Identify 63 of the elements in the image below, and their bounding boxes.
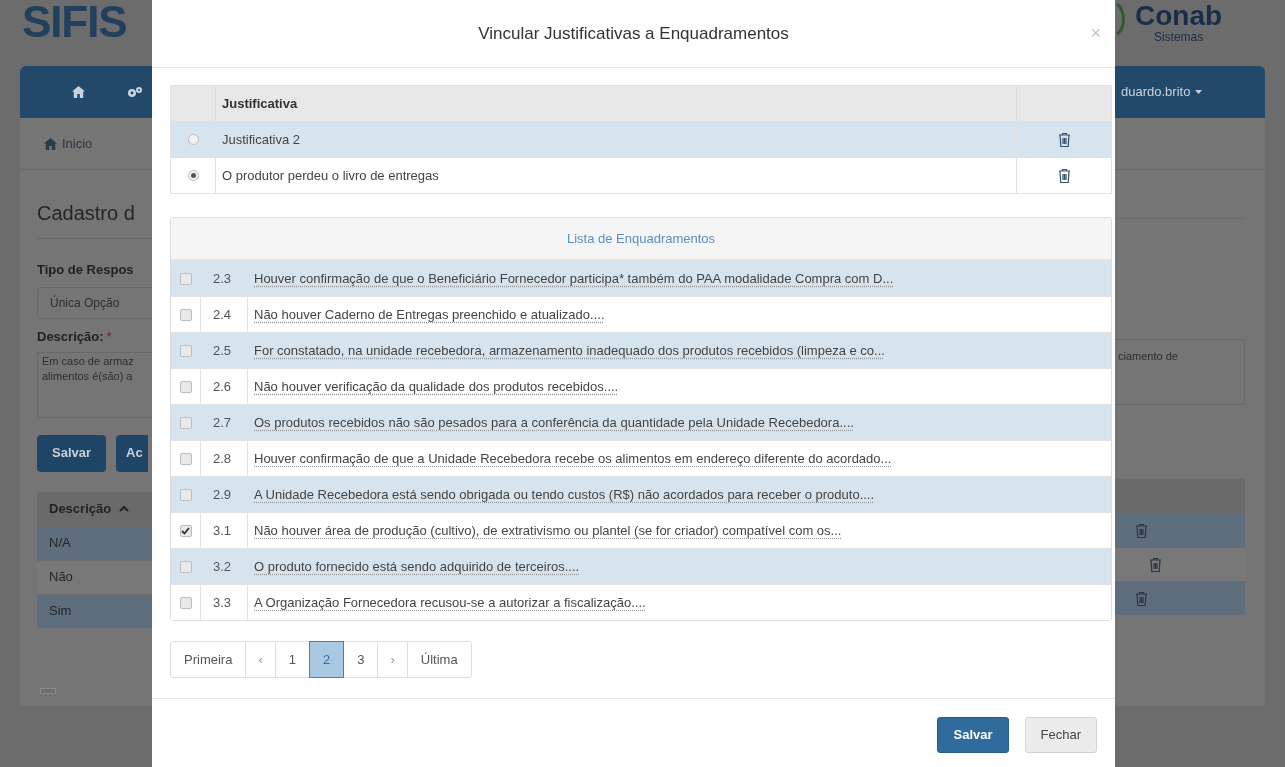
checkbox[interactable]: [180, 560, 192, 573]
action-button[interactable]: Ac: [116, 434, 149, 472]
pagination-button[interactable]: Primeira: [170, 641, 247, 678]
item-link[interactable]: O produto fornecido está sendo adquirido de terceiros....: [254, 556, 580, 577]
item-link[interactable]: Não houver área de produção (cultivo), de extrativismo ou plantel (se for criador) compatível com os...: [254, 520, 842, 541]
item-link[interactable]: Os produtos recebidos não são pesados para a conferência da quantidade pela Unidade Recebedora....: [254, 412, 854, 433]
item-link[interactable]: Houver confirmação de que a Unidade Recebedora recebe os alimentos em endereço diferente do acordado...: [254, 448, 892, 469]
pagination-button[interactable]: 1: [274, 641, 310, 678]
close-button[interactable]: Fechar: [1024, 717, 1097, 753]
save-button[interactable]: Salvar: [37, 434, 107, 472]
radio-button[interactable]: [187, 170, 199, 181]
checkbox[interactable]: [180, 416, 192, 429]
table-cell-text: O produtor perdeu o livro de entregas: [222, 166, 439, 185]
item-link[interactable]: Não houver verificação da qualidade dos produtos recebidos....: [254, 376, 619, 397]
home-icon: [44, 137, 57, 150]
radio-button[interactable]: [187, 134, 199, 145]
item-code: 2.9: [213, 485, 232, 504]
home-icon: [72, 86, 85, 98]
field-label: Descrição:: [37, 328, 104, 346]
trash-icon[interactable]: [1057, 131, 1071, 148]
item-code: 3.2: [213, 557, 232, 576]
checkbox[interactable]: [179, 452, 192, 465]
item-code: 3.1: [213, 521, 232, 540]
gears-icon[interactable]: [127, 85, 143, 99]
item-link[interactable]: Não houver Caderno de Entregas preenchido e atualizado....: [254, 304, 605, 325]
item-code: 2.4: [213, 305, 232, 324]
brand-subtitle: Sistemas: [1153, 31, 1204, 43]
item-link[interactable]: Houver confirmação de que o Beneficiário Fornecedor participa* também do PAA modalidade Compra com D...: [254, 268, 894, 289]
table-cell-text: Não: [49, 568, 73, 587]
pagination-button[interactable]: Última: [406, 641, 472, 678]
checkbox[interactable]: [179, 380, 192, 393]
table-cell-text: Justificativa 2: [222, 130, 301, 149]
app-logo: SIFIS: [22, 0, 127, 44]
page-heading: Cadastro d: [37, 202, 135, 224]
caret-icon: [1195, 90, 1203, 94]
item-link[interactable]: For constatado, na unidade recebedora, armazenamento inadequado dos produtos recebidos (limpeza e co...: [254, 340, 885, 361]
collapse-handle[interactable]: [40, 687, 56, 694]
item-code: 2.8: [213, 449, 232, 468]
table-cell-text: Sim: [49, 602, 72, 621]
modal-title: Vincular Justificativas a Enquadramentos: [478, 22, 789, 45]
item-code: 2.7: [213, 413, 232, 432]
field-label: Tipo de Respos: [37, 262, 134, 277]
panel-title: Lista de Enquadramentos: [566, 229, 716, 248]
item-code: 3.3: [213, 593, 232, 612]
checkbox[interactable]: [180, 272, 192, 285]
item-code: 2.3: [213, 269, 232, 288]
required-mark: *: [106, 328, 112, 346]
sort-up-icon: [119, 505, 130, 512]
save-button[interactable]: Salvar: [937, 717, 1009, 753]
item-link[interactable]: A Organização Fornecedora recusou-se a autorizar a fiscalização....: [254, 592, 646, 613]
trash-icon[interactable]: [1057, 167, 1071, 184]
checkbox[interactable]: [179, 524, 192, 537]
logo-swirl-icon: [1115, 2, 1127, 36]
item-code: 2.6: [213, 377, 232, 396]
item-code: 2.5: [213, 341, 232, 360]
item-link[interactable]: A Unidade Recebedora está sendo obrigada ou tendo custos (R$) não acordados para receber o produto....: [254, 484, 875, 505]
column-header: Justificativa: [222, 94, 298, 113]
checkbox[interactable]: [179, 596, 192, 609]
checkbox[interactable]: [180, 488, 192, 501]
checkbox[interactable]: [180, 344, 192, 357]
checkbox[interactable]: [179, 308, 192, 321]
table-cell-text: N/A: [49, 534, 71, 553]
brand-logo: Conab: [1135, 2, 1223, 30]
